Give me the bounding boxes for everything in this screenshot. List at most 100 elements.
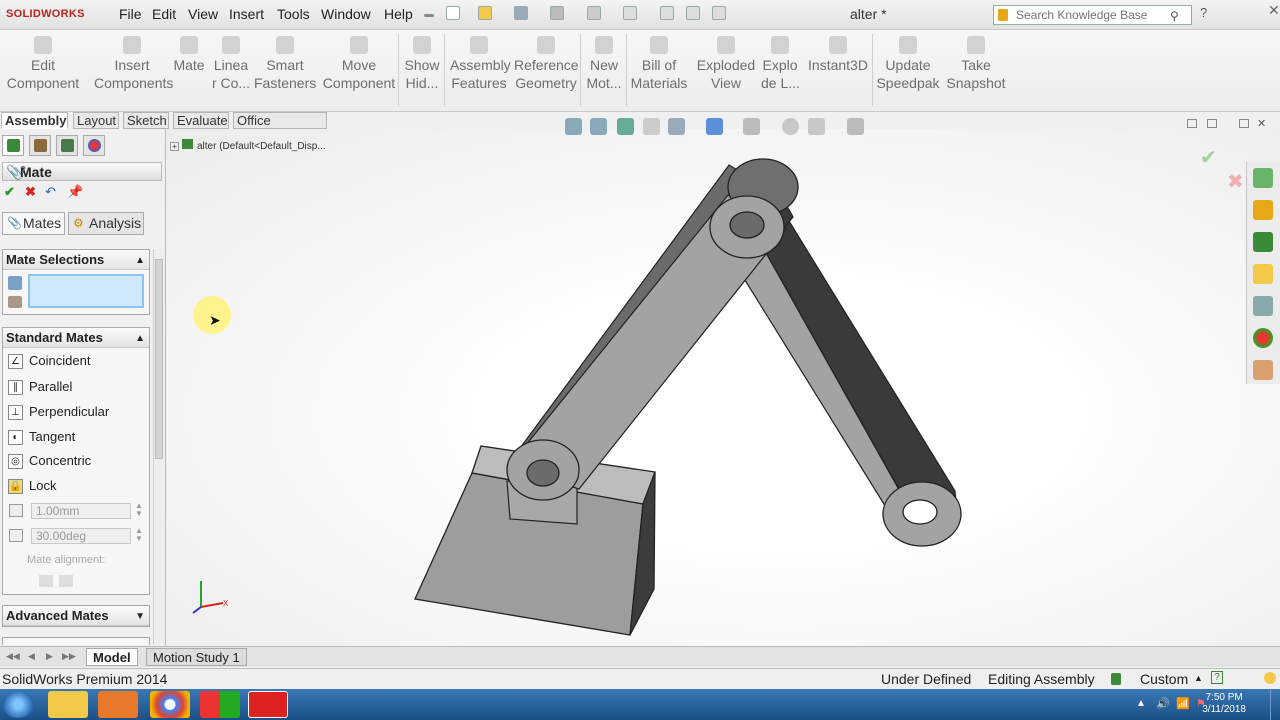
mate-lock[interactable]: 🔒 Lock: [3, 475, 149, 497]
search-box[interactable]: ⚲: [993, 5, 1192, 25]
tray-expand-icon[interactable]: ▲: [1136, 698, 1146, 709]
close-doc-icon[interactable]: ✕: [1257, 117, 1266, 130]
options-icon[interactable]: [712, 6, 726, 20]
angle-spinner-icon[interactable]: ▲ ▼: [135, 527, 143, 543]
menu-insert[interactable]: Insert: [229, 6, 264, 22]
zoom-to-fit-icon[interactable]: [565, 118, 582, 135]
tab-configuration-manager[interactable]: [56, 135, 78, 156]
mate-concentric[interactable]: ◎ Concentric: [3, 450, 149, 472]
reference-geometry-button[interactable]: Reference Geometry: [514, 36, 579, 92]
panel-scrollbar[interactable]: [153, 249, 164, 644]
tab-assembly[interactable]: Assembly: [1, 112, 68, 129]
menu-file[interactable]: File: [119, 6, 142, 22]
menu-help[interactable]: Help: [384, 6, 413, 22]
file-properties-icon[interactable]: [686, 6, 700, 20]
instant3d-button[interactable]: Instant3D: [806, 36, 870, 74]
ok-icon[interactable]: ✔: [4, 184, 15, 200]
linear-pattern-button[interactable]: Linea r Co...: [210, 36, 252, 92]
save-icon[interactable]: [514, 6, 528, 20]
move-component-button[interactable]: Move Component: [320, 36, 398, 92]
scrollbar-thumb[interactable]: [155, 259, 163, 459]
display-style-icon[interactable]: [706, 118, 723, 135]
confirm-cancel-icon[interactable]: ✖: [1227, 169, 1244, 194]
tab-display-manager[interactable]: [83, 135, 105, 156]
section-view-icon[interactable]: [643, 118, 660, 135]
tab-model[interactable]: Model: [86, 648, 138, 666]
resources-icon[interactable]: [1253, 168, 1273, 188]
new-motion-study-button[interactable]: New Mot...: [586, 36, 622, 92]
menu-edit[interactable]: Edit: [152, 6, 176, 22]
custom-properties-icon[interactable]: [1253, 360, 1273, 380]
graphics-area[interactable]: X ➤ ✔ ✖ ✕: [167, 118, 1280, 646]
print-icon[interactable]: [550, 6, 564, 20]
cancel-icon[interactable]: ✖: [25, 184, 36, 200]
explode-line-button[interactable]: Explo de L...: [761, 36, 800, 92]
show-hidden-button[interactable]: Show Hid...: [404, 36, 440, 92]
exploded-view-button[interactable]: Exploded View: [696, 36, 756, 92]
close-window-icon[interactable]: ✕: [1268, 2, 1280, 19]
mate-selections-header[interactable]: Mate Selections ▲: [3, 250, 149, 270]
media-player-taskbar-icon[interactable]: [98, 691, 138, 718]
solidworks-taskbar-icon[interactable]: [248, 691, 288, 718]
search-icon[interactable]: ⚲: [1170, 9, 1179, 23]
tab-feature-tree[interactable]: [2, 135, 24, 156]
expand-tree-icon[interactable]: +: [170, 142, 179, 151]
view-orientation-icon[interactable]: [668, 118, 685, 135]
pin-icon[interactable]: [424, 14, 434, 17]
home-icon[interactable]: [1253, 200, 1273, 220]
zoom-to-area-icon[interactable]: [590, 118, 607, 135]
distance-field[interactable]: 1.00mm: [31, 503, 131, 519]
assembly-features-button[interactable]: Assembly Features: [450, 36, 511, 92]
restore-doc-icon[interactable]: [1239, 119, 1249, 128]
menu-view[interactable]: View: [188, 6, 218, 22]
hide-show-items-icon[interactable]: [743, 118, 760, 135]
aligned-icon[interactable]: [39, 575, 53, 587]
help-icon[interactable]: ?: [1200, 5, 1207, 20]
smart-fasteners-button[interactable]: Smart Fasteners: [254, 36, 316, 92]
start-button-icon[interactable]: [2, 691, 34, 718]
scroll-first-icon[interactable]: ◀◀: [6, 651, 20, 662]
feature-tree-flyout[interactable]: + alter (Default<Default_Disp...: [170, 139, 326, 152]
bill-of-materials-button[interactable]: Bill of Materials: [630, 36, 688, 92]
scroll-prev-icon[interactable]: ◀: [28, 651, 35, 662]
mate-selection-listbox[interactable]: [28, 274, 144, 308]
take-snapshot-button[interactable]: Take Snapshot: [946, 36, 1006, 92]
advanced-mates-header[interactable]: Advanced Mates ▼: [3, 606, 149, 626]
design-library-icon[interactable]: [1253, 232, 1273, 252]
insert-components-button[interactable]: Insert Components: [94, 36, 173, 92]
app-grid-taskbar-icon[interactable]: [200, 691, 240, 718]
update-speedpak-button[interactable]: Update Speedpak: [876, 36, 940, 92]
search-input[interactable]: [1016, 7, 1166, 23]
scroll-next-icon[interactable]: ▶: [46, 651, 53, 662]
units-selector[interactable]: Custom: [1140, 671, 1188, 687]
system-clock[interactable]: 7:50 PM 3/11/2018: [1202, 692, 1246, 716]
network-icon[interactable]: 📶: [1176, 697, 1190, 710]
collapse-icon[interactable]: ▲: [135, 329, 145, 348]
help-icon[interactable]: ?: [20, 165, 157, 176]
show-desktop-button[interactable]: [1270, 689, 1280, 720]
minimize-doc-icon[interactable]: [1207, 119, 1217, 128]
tab-sketch[interactable]: Sketch: [123, 112, 169, 129]
tab-layout[interactable]: Layout: [73, 112, 119, 129]
angle-field[interactable]: 30.00deg: [31, 528, 131, 544]
file-explorer-taskbar-icon[interactable]: [48, 691, 88, 718]
new-document-icon[interactable]: [446, 6, 460, 20]
previous-view-icon[interactable]: [617, 118, 634, 135]
view-palette-icon[interactable]: [1253, 296, 1273, 316]
apply-scene-icon[interactable]: [808, 118, 825, 135]
file-explorer-icon[interactable]: [1253, 264, 1273, 284]
units-dropdown-icon[interactable]: ▲: [1194, 673, 1203, 683]
collapse-icon[interactable]: ▲: [135, 251, 145, 270]
tab-evaluate[interactable]: Evaluate: [173, 112, 229, 129]
tab-motion-study-1[interactable]: Motion Study 1: [146, 648, 247, 666]
open-folder-icon[interactable]: [478, 6, 492, 20]
undo-icon[interactable]: [587, 6, 601, 20]
scroll-last-icon[interactable]: ▶▶: [62, 651, 76, 662]
view-settings-icon[interactable]: [847, 118, 864, 135]
notification-icon[interactable]: [1264, 672, 1276, 684]
edit-appearance-icon[interactable]: [782, 118, 799, 135]
assembly-model[interactable]: X: [167, 129, 1280, 646]
menu-tools[interactable]: Tools: [277, 6, 310, 22]
confirm-ok-icon[interactable]: ✔: [1200, 145, 1217, 170]
solidworks-logo[interactable]: SOLIDWORKS: [6, 8, 85, 20]
